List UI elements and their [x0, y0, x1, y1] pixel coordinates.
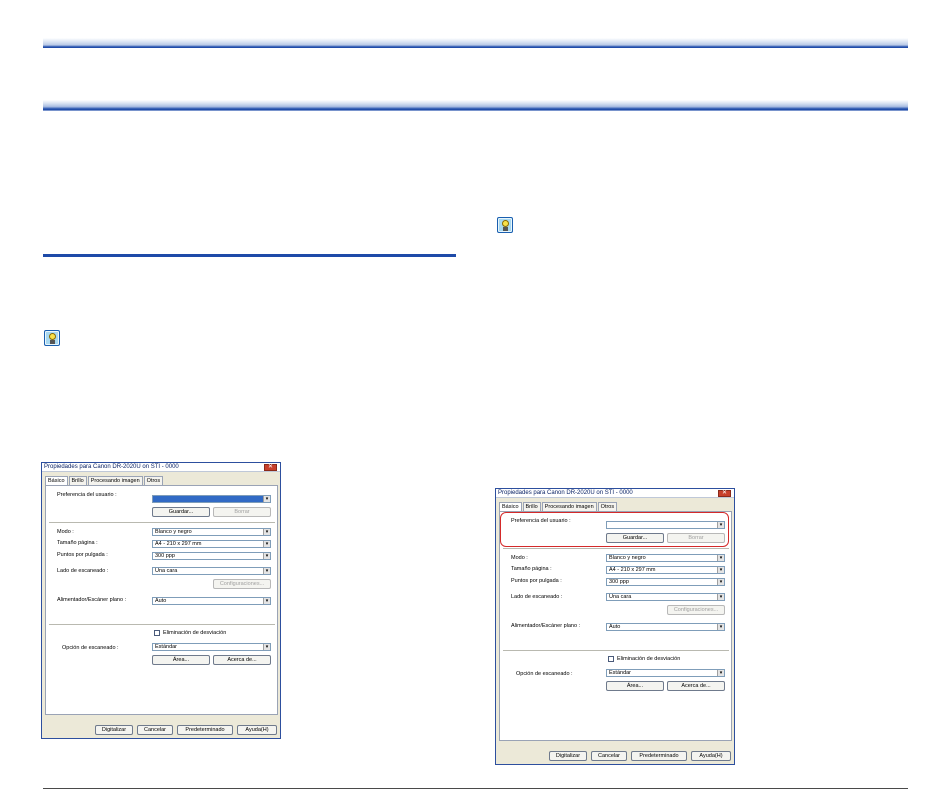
area-button[interactable]: Área...: [152, 655, 210, 665]
dropdown-arrow-icon: ▾: [717, 555, 724, 561]
page-size-combo[interactable]: A4 - 210 x 297 mm ▾: [606, 566, 725, 574]
dropdown-arrow-icon: ▾: [717, 567, 724, 573]
default-button[interactable]: Predeterminado: [631, 751, 687, 761]
area-button[interactable]: Área...: [606, 681, 664, 691]
mode-combo[interactable]: Blanco y negro ▾: [152, 528, 271, 536]
scan-side-combo[interactable]: Una cara ▾: [606, 593, 725, 601]
highlight-box: [500, 512, 729, 547]
tab-brillo[interactable]: Brillo: [68, 476, 87, 485]
tab-basico[interactable]: Básico: [499, 502, 522, 511]
scan-button[interactable]: Digitalizar: [95, 725, 133, 735]
tab-panel: Preferencia del usuario : ▾ Guardar... B…: [45, 485, 278, 715]
dropdown-arrow-icon: ▾: [263, 553, 270, 559]
feeder-label: Alimentador/Escáner plano :: [57, 597, 127, 603]
dialog-tabs: Básico Brillo Procesando imagen Otros: [499, 502, 618, 511]
dropdown-arrow-icon: ▾: [263, 529, 270, 535]
scan-side-label: Lado de escaneado :: [511, 594, 563, 600]
scan-option-label: Opción de escaneado :: [516, 671, 573, 677]
dropdown-arrow-icon: ▾: [717, 579, 724, 585]
tab-brillo[interactable]: Brillo: [522, 502, 541, 511]
help-button[interactable]: Ayuda(H): [691, 751, 731, 761]
scan-option-combo[interactable]: Estándar ▾: [606, 669, 725, 677]
mode-label: Modo :: [57, 529, 74, 535]
user-pref-combo[interactable]: ▾: [152, 495, 271, 503]
dropdown-arrow-icon: ▾: [717, 594, 724, 600]
cancel-button[interactable]: Cancelar: [591, 751, 627, 761]
separator: [49, 522, 275, 523]
page-size-label: Tamaño página :: [57, 540, 98, 546]
separator: [503, 650, 729, 651]
tab-otros[interactable]: Otros: [597, 502, 618, 511]
dropdown-arrow-icon: ▾: [263, 644, 270, 650]
save-button[interactable]: Guardar...: [152, 507, 210, 517]
settings-button[interactable]: Configuraciones...: [213, 579, 271, 589]
dropdown-arrow-icon: ▾: [263, 541, 270, 547]
delete-button[interactable]: Borrar: [213, 507, 271, 517]
deskew-label: Eliminación de desviación: [617, 656, 681, 662]
about-button[interactable]: Acerca de...: [667, 681, 725, 691]
hint-lightbulb-icon: [497, 217, 513, 233]
dpi-label: Puntos por pulgada :: [511, 578, 562, 584]
feeder-combo[interactable]: Auto ▾: [606, 623, 725, 631]
user-pref-label: Preferencia del usuario :: [57, 492, 117, 498]
dropdown-arrow-icon: ▾: [263, 598, 270, 604]
default-button[interactable]: Predeterminado: [177, 725, 233, 735]
dialog-title: Propiedades para Canon DR-2020U on STI -…: [498, 490, 633, 496]
footer-rule: [43, 788, 908, 789]
dialog-titlebar: Propiedades para Canon DR-2020U on STI -…: [496, 489, 734, 498]
dpi-combo[interactable]: 300 ppp ▾: [152, 552, 271, 560]
separator: [49, 624, 275, 625]
deskew-checkbox[interactable]: [154, 630, 160, 636]
mode-label: Modo :: [511, 555, 528, 561]
help-button[interactable]: Ayuda(H): [237, 725, 277, 735]
dropdown-arrow-icon: ▾: [717, 670, 724, 676]
dialog-title: Propiedades para Canon DR-2020U on STI -…: [44, 464, 179, 470]
dialog-tabs: Básico Brillo Procesando imagen Otros: [45, 476, 164, 485]
hint-lightbulb-icon: [44, 330, 60, 346]
dialog-titlebar: Propiedades para Canon DR-2020U on STI -…: [42, 463, 280, 472]
dropdown-arrow-icon: ▾: [717, 624, 724, 630]
page-size-label: Tamaño página :: [511, 566, 552, 572]
dropdown-arrow-icon: ▾: [263, 496, 270, 502]
separator: [503, 548, 729, 549]
scan-option-combo[interactable]: Estándar ▾: [152, 643, 271, 651]
dpi-label: Puntos por pulgada :: [57, 552, 108, 558]
about-button[interactable]: Acerca de...: [213, 655, 271, 665]
feeder-label: Alimentador/Escáner plano :: [511, 623, 581, 629]
dpi-combo[interactable]: 300 ppp ▾: [606, 578, 725, 586]
mode-combo[interactable]: Blanco y negro ▾: [606, 554, 725, 562]
section-rule-left: [43, 254, 456, 257]
tab-otros[interactable]: Otros: [143, 476, 164, 485]
deskew-label: Eliminación de desviación: [163, 630, 227, 636]
scan-side-label: Lado de escaneado :: [57, 568, 109, 574]
header-rule-second: [43, 100, 908, 111]
tab-procesando-imagen[interactable]: Procesando imagen: [87, 476, 143, 485]
close-icon[interactable]: ✕: [264, 464, 277, 471]
settings-button[interactable]: Configuraciones...: [667, 605, 725, 615]
tab-basico[interactable]: Básico: [45, 476, 68, 485]
scan-side-combo[interactable]: Una cara ▾: [152, 567, 271, 575]
tab-procesando-imagen[interactable]: Procesando imagen: [541, 502, 597, 511]
scanner-properties-dialog-left: Propiedades para Canon DR-2020U on STI -…: [41, 462, 281, 739]
header-rule-top: [43, 38, 908, 48]
deskew-checkbox[interactable]: [608, 656, 614, 662]
scan-option-label: Opción de escaneado :: [62, 645, 119, 651]
cancel-button[interactable]: Cancelar: [137, 725, 173, 735]
scan-button[interactable]: Digitalizar: [549, 751, 587, 761]
page-size-combo[interactable]: A4 - 210 x 297 mm ▾: [152, 540, 271, 548]
dropdown-arrow-icon: ▾: [263, 568, 270, 574]
close-icon[interactable]: ✕: [718, 490, 731, 497]
feeder-combo[interactable]: Auto ▾: [152, 597, 271, 605]
